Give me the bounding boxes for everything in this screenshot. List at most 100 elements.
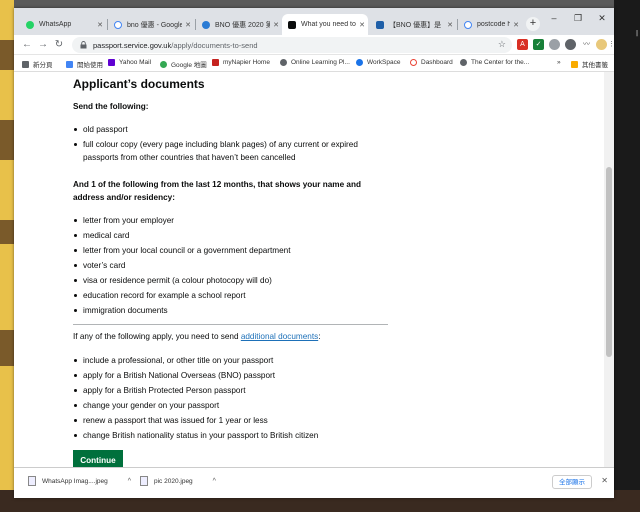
tab-bno-google[interactable]: bno 優惠 - Google ✕: [108, 14, 194, 35]
minimize-icon[interactable]: –: [542, 8, 566, 28]
google-icon: [464, 20, 472, 29]
globe-icon: [460, 59, 467, 66]
page-icon: [66, 60, 73, 68]
proof-list: letter from your employer medical card l…: [73, 214, 373, 319]
scrollbar[interactable]: [604, 72, 614, 467]
bookmark-item[interactable]: The Center for the...: [460, 59, 529, 66]
site-icon: [202, 20, 210, 29]
extension-wave-icon[interactable]: 〰: [581, 39, 592, 50]
download-item[interactable]: WhatsApp Imag....jpeg ^: [28, 476, 131, 486]
send-heading: Send the following:: [73, 102, 149, 111]
govuk-icon: [288, 20, 296, 29]
list-item: apply for a British Protected Person pas…: [73, 384, 393, 397]
tab-label: postcode hk - Go: [477, 21, 510, 28]
extension-circle-icon[interactable]: [549, 39, 560, 50]
chevron-up-icon[interactable]: ^: [213, 478, 216, 485]
tab-what-you-need[interactable]: What you need to ✕: [282, 14, 368, 35]
list-item: letter from your local council or a gove…: [73, 244, 373, 257]
yahoo-icon: [108, 59, 115, 66]
globe-icon: [280, 59, 287, 66]
avatar[interactable]: [596, 39, 607, 50]
forward-icon[interactable]: →: [36, 38, 50, 52]
download-item[interactable]: pic 2020.jpeg ^: [140, 476, 216, 486]
extension-github-icon[interactable]: [565, 39, 576, 50]
close-icon[interactable]: ✕: [601, 476, 608, 485]
tab-label: 【BNO 優惠】是: [389, 21, 442, 29]
desktop-right-strip: |: [614, 0, 640, 512]
google-icon: [114, 20, 122, 29]
close-icon[interactable]: ✕: [356, 21, 368, 29]
close-icon[interactable]: ✕: [94, 21, 106, 29]
list-item: renew a passport that was issued for 1 y…: [73, 414, 393, 427]
proof-heading: And 1 of the following from the last 12 …: [73, 180, 361, 202]
list-item: education record for example a school re…: [73, 289, 373, 302]
continue-button[interactable]: Continue: [73, 450, 123, 467]
address-bar[interactable]: passport.service.gov.uk/apply/documents-…: [72, 37, 512, 53]
napier-icon: [212, 59, 219, 66]
show-all-button[interactable]: 全部顯示: [552, 475, 592, 489]
additional-paragraph: If any of the following apply, you need …: [73, 332, 321, 341]
tab-label: bno 優惠 - Google: [127, 21, 182, 29]
bookmark-star-icon[interactable]: ☆: [498, 39, 506, 50]
bookmark-item[interactable]: WorkSpace: [356, 59, 400, 66]
download-bar: WhatsApp Imag....jpeg ^ pic 2020.jpeg ^ …: [14, 467, 614, 498]
tab-bno-offer[interactable]: 【BNO 優惠】是 ✕: [370, 14, 456, 35]
list-item: include a professional, or other title o…: [73, 354, 393, 367]
close-window-icon[interactable]: ✕: [590, 8, 614, 28]
url-host: passport.service.gov.uk: [93, 40, 172, 50]
tab-label: BNO 優惠 2020 第: [215, 21, 270, 29]
menu-icon[interactable]: ⋮: [608, 39, 614, 50]
lock-icon: [80, 41, 87, 49]
apps-icon: [22, 60, 29, 68]
maximize-icon[interactable]: ❐: [566, 8, 590, 28]
chevron-up-icon[interactable]: ^: [128, 478, 131, 485]
bookmark-item[interactable]: Dashboard: [410, 59, 453, 66]
list-item: immigration documents: [73, 304, 373, 317]
maps-icon: [160, 60, 167, 68]
reload-icon[interactable]: ↻: [52, 38, 66, 52]
url-path: /apply/documents-to-send: [171, 40, 258, 50]
browser-toolbar: ← → ↻ passport.service.gov.uk/apply/docu…: [14, 35, 614, 55]
other-bookmarks[interactable]: 其他書籤: [571, 59, 608, 69]
back-icon[interactable]: ←: [20, 38, 34, 52]
list-item: visa or residence permit (a colour photo…: [73, 274, 373, 287]
browser-window: WhatsApp ✕ bno 優惠 - Google ✕ BNO 優惠 2020…: [14, 8, 614, 498]
new-tab-button[interactable]: +: [526, 17, 540, 31]
list-item: voter’s card: [73, 259, 373, 272]
page-title: Applicant’s documents: [73, 77, 205, 91]
bookmarks-bar: 新分頁 開始使用 Yahoo Mail Google 地圖 myNapier H…: [14, 55, 614, 72]
tab-whatsapp[interactable]: WhatsApp ✕: [20, 14, 106, 35]
bookmark-item[interactable]: Google 地圖: [160, 59, 207, 69]
scrollbar-thumb[interactable]: [606, 167, 612, 357]
section-divider: [73, 324, 388, 325]
list-item: change your gender on your passport: [73, 399, 393, 412]
tab-postcode[interactable]: postcode hk - Go ✕: [458, 14, 522, 35]
dashboard-icon: [410, 59, 417, 66]
extension-pdf-icon[interactable]: A: [517, 39, 528, 50]
send-list: old passport full colour copy (every pag…: [73, 123, 373, 166]
extension-check-icon[interactable]: ✓: [533, 39, 544, 50]
tab-strip: WhatsApp ✕ bno 優惠 - Google ✕ BNO 優惠 2020…: [14, 8, 614, 35]
site-icon: [376, 20, 384, 29]
image-file-icon: [140, 476, 148, 486]
additional-documents-link[interactable]: additional documents: [241, 332, 318, 341]
bookmarks-more[interactable]: »: [557, 59, 561, 66]
list-item: medical card: [73, 229, 373, 242]
close-icon[interactable]: ✕: [510, 21, 522, 29]
list-item: letter from your employer: [73, 214, 373, 227]
bookmark-item[interactable]: Yahoo Mail: [108, 59, 151, 66]
bookmark-item[interactable]: 開始使用: [66, 59, 103, 69]
bookmark-item[interactable]: myNapier Home: [212, 59, 270, 66]
bookmark-item[interactable]: 新分頁: [22, 59, 53, 69]
bookmark-item[interactable]: Online Learning Pl...: [280, 59, 350, 66]
folder-icon: [571, 60, 578, 68]
tab-bno-2020[interactable]: BNO 優惠 2020 第 ✕: [196, 14, 282, 35]
image-file-icon: [28, 476, 36, 486]
page-content: Applicant’s documents Send the following…: [14, 72, 614, 467]
workspace-icon: [356, 59, 363, 66]
close-icon[interactable]: ✕: [182, 21, 194, 29]
desktop-left-strip: [0, 0, 14, 512]
close-icon[interactable]: ✕: [444, 21, 456, 29]
whatsapp-icon: [26, 20, 34, 29]
close-icon[interactable]: ✕: [270, 21, 282, 29]
